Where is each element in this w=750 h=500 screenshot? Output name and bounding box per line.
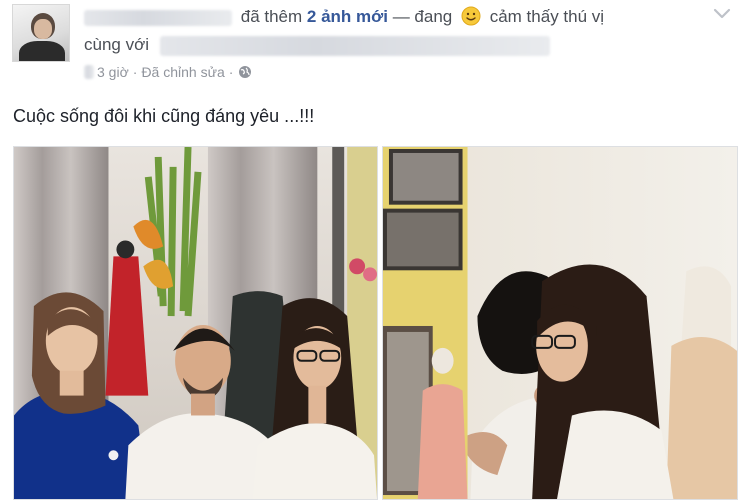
- with-text: cùng với: [84, 35, 150, 54]
- meta-separator-2: ·: [228, 64, 234, 80]
- author-avatar[interactable]: [12, 4, 70, 62]
- edited-label[interactable]: Đã chỉnh sửa: [141, 64, 224, 80]
- feeling-text: cảm thấy thú vị: [489, 7, 605, 26]
- chevron-down-icon[interactable]: [710, 6, 734, 22]
- smiling-face-icon: [461, 6, 481, 26]
- post-time[interactable]: 3 giờ: [97, 64, 129, 80]
- photo-hug[interactable]: [382, 146, 738, 500]
- meta-redacted: [84, 65, 94, 79]
- post-caption: Cuộc sống đôi khi cũng đáng yêu ...!!!: [13, 106, 315, 126]
- tagged-with-line: cùng với: [84, 34, 550, 56]
- photo-group[interactable]: [13, 146, 378, 500]
- photo-count-link[interactable]: 2 ảnh mới: [307, 7, 388, 26]
- globe-icon[interactable]: [238, 65, 252, 79]
- tagged-friends-redacted[interactable]: [159, 35, 550, 56]
- facebook-post: đã thêm 2 ảnh mới — đang cảm thấy thú vị…: [0, 0, 750, 500]
- feeling-prefix: — đang: [392, 7, 453, 26]
- author-name-redacted[interactable]: [84, 9, 232, 26]
- meta-separator: ·: [132, 64, 138, 80]
- action-text: đã thêm: [240, 7, 303, 26]
- post-meta: 3 giờ · Đã chỉnh sửa ·: [84, 64, 252, 80]
- post-header: đã thêm 2 ảnh mới — đang cảm thấy thú vị: [84, 6, 604, 28]
